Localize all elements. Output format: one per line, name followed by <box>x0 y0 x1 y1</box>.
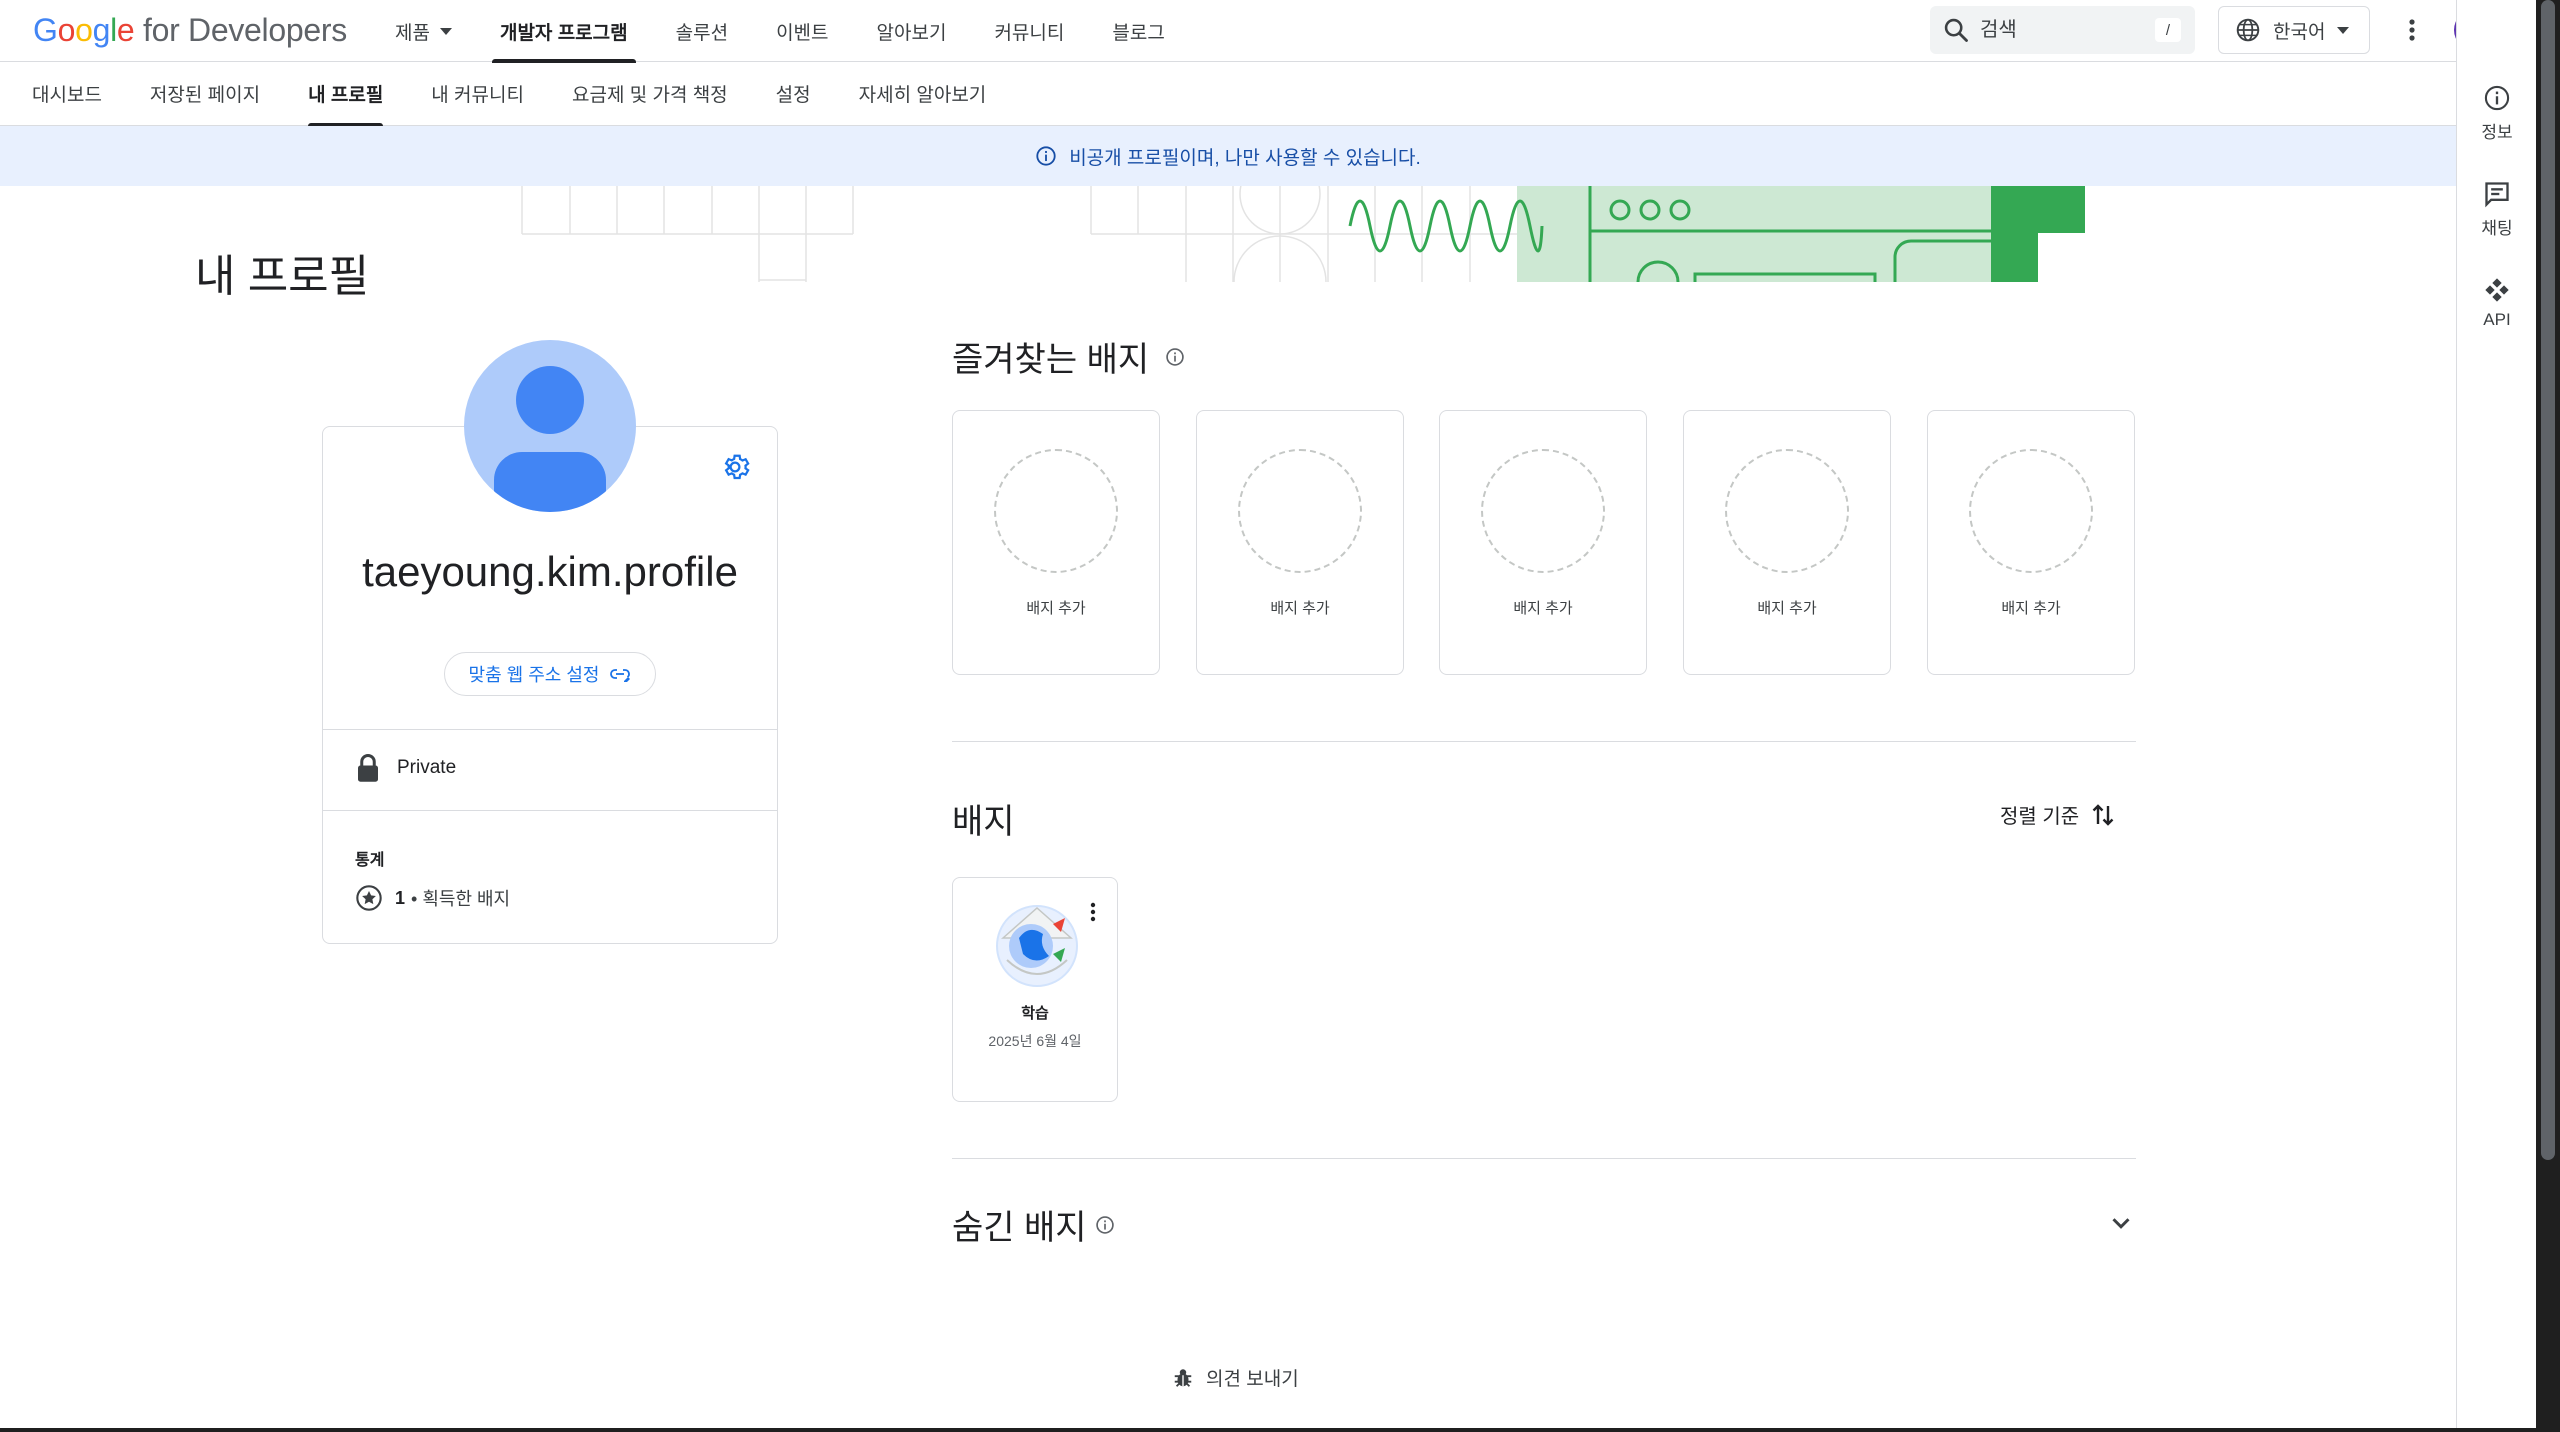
more-vert-icon <box>1090 902 1096 922</box>
more-options-button[interactable] <box>2392 10 2432 50</box>
person-icon <box>494 366 606 512</box>
profile-subnav: 대시보드 저장된 페이지 내 프로필 내 커뮤니티 요금제 및 가격 책정 설정… <box>0 62 2456 127</box>
sort-arrows-icon <box>2092 803 2114 826</box>
badge-name: 학습 <box>1021 1005 1049 1022</box>
gear-icon <box>724 454 750 480</box>
add-favorite-badge-slot[interactable]: 배지 추가 <box>1683 410 1891 675</box>
star-badge-icon <box>356 885 382 911</box>
tab-my-community[interactable]: 내 커뮤니티 <box>431 62 524 126</box>
profile-username: taeyoung.kim.profile <box>362 548 738 595</box>
profile-settings-button[interactable] <box>720 452 750 487</box>
api-icon <box>2485 278 2509 302</box>
add-favorite-badge-slot[interactable]: 배지 추가 <box>1439 410 1647 675</box>
info-icon[interactable] <box>1165 347 1185 367</box>
tab-dashboard[interactable]: 대시보드 <box>32 62 102 126</box>
sort-button[interactable]: 정렬 기준 <box>2000 800 2115 829</box>
language-selector[interactable]: 한국어 <box>2218 6 2370 54</box>
tab-saved-pages[interactable]: 저장된 페이지 <box>150 62 260 126</box>
info-icon <box>2484 85 2510 111</box>
tab-plans-pricing[interactable]: 요금제 및 가격 책정 <box>572 62 728 126</box>
nav-blog[interactable]: 블로그 <box>1112 0 1164 62</box>
page-title: 내 프로필 <box>195 252 370 301</box>
empty-badge-placeholder <box>994 449 1118 573</box>
search-box[interactable]: / <box>1930 6 2195 54</box>
send-feedback-link[interactable]: 의견 보내기 <box>1172 1364 1299 1391</box>
card-divider <box>323 729 777 730</box>
tab-learn-more[interactable]: 자세히 알아보기 <box>859 62 987 126</box>
nav-developer-program[interactable]: 개발자 프로그램 <box>491 0 636 63</box>
add-favorite-badge-slot[interactable]: 배지 추가 <box>1927 410 2135 675</box>
add-favorite-badge-slot[interactable]: 배지 추가 <box>1196 410 1404 675</box>
nav-solutions[interactable]: 솔루션 <box>676 0 728 62</box>
info-icon[interactable] <box>1095 1215 1115 1235</box>
top-navigation: Google for Developers 제품 개발자 프로그램 솔루션 이벤… <box>0 0 2496 63</box>
search-shortcut-key: / <box>2155 18 2181 42</box>
nav-community[interactable]: 커뮤니티 <box>994 0 1064 62</box>
learning-badge-icon <box>996 905 1078 987</box>
empty-badge-placeholder <box>1238 449 1362 573</box>
chat-icon <box>2485 182 2509 208</box>
empty-badge-placeholder <box>1725 449 1849 573</box>
primary-nav: 제품 개발자 프로그램 솔루션 이벤트 알아보기 커뮤니티 블로그 <box>395 0 1213 63</box>
link-edit-icon <box>610 669 631 682</box>
chevron-down-icon <box>2112 1218 2130 1229</box>
more-vert-icon <box>2409 19 2415 41</box>
profile-privacy: Private <box>355 753 456 783</box>
earned-badges-stat: 1 • 획득한 배지 <box>355 884 510 912</box>
profile-avatar <box>464 340 636 512</box>
lock-icon <box>358 754 378 782</box>
badge-menu-button[interactable] <box>1089 902 1097 927</box>
stats-label: 통계 <box>355 852 385 869</box>
nav-products[interactable]: 제품 <box>395 0 452 62</box>
caret-down-icon <box>2337 26 2350 34</box>
favorite-badges-title: 즐겨찾는 배지 <box>952 332 1185 381</box>
scrollbar-thumb[interactable] <box>2541 0 2555 1160</box>
card-divider <box>323 810 777 811</box>
section-divider <box>952 741 2136 742</box>
expand-hidden-badges-button[interactable] <box>2106 1208 2136 1243</box>
search-icon <box>1944 18 1968 42</box>
nav-events[interactable]: 이벤트 <box>776 0 828 62</box>
empty-badge-placeholder <box>1481 449 1605 573</box>
globe-icon <box>2236 18 2260 42</box>
caret-down-icon <box>439 27 452 35</box>
google-for-developers-logo[interactable]: Google for Developers <box>33 12 347 49</box>
rail-api[interactable]: API <box>2457 276 2537 330</box>
info-icon <box>1036 146 1056 166</box>
tab-my-profile[interactable]: 내 프로필 <box>308 62 384 127</box>
search-input[interactable] <box>1980 18 2140 42</box>
rail-chat[interactable]: 채팅 <box>2457 180 2537 239</box>
add-favorite-badge-slot[interactable]: 배지 추가 <box>952 410 1160 675</box>
badge-date: 2025년 6월 4일 <box>988 1033 1082 1049</box>
tab-settings[interactable]: 설정 <box>776 62 811 126</box>
custom-url-button[interactable]: 맞춤 웹 주소 설정 <box>444 652 656 696</box>
window-edge <box>0 1428 2560 1432</box>
badge-card[interactable]: 학습 2025년 6월 4일 <box>952 877 1118 1102</box>
bug-icon <box>1174 1368 1192 1387</box>
right-rail: 정보 채팅 API <box>2456 0 2536 1432</box>
hidden-badges-title: 숨긴 배지 <box>952 1200 1115 1249</box>
section-divider <box>952 1158 2136 1159</box>
badges-title: 배지 <box>952 803 1015 841</box>
private-profile-banner: 비공개 프로필이며, 나만 사용할 수 있습니다. <box>0 126 2456 186</box>
nav-learn[interactable]: 알아보기 <box>877 0 947 62</box>
rail-info[interactable]: 정보 <box>2457 84 2537 143</box>
empty-badge-placeholder <box>1969 449 2093 573</box>
